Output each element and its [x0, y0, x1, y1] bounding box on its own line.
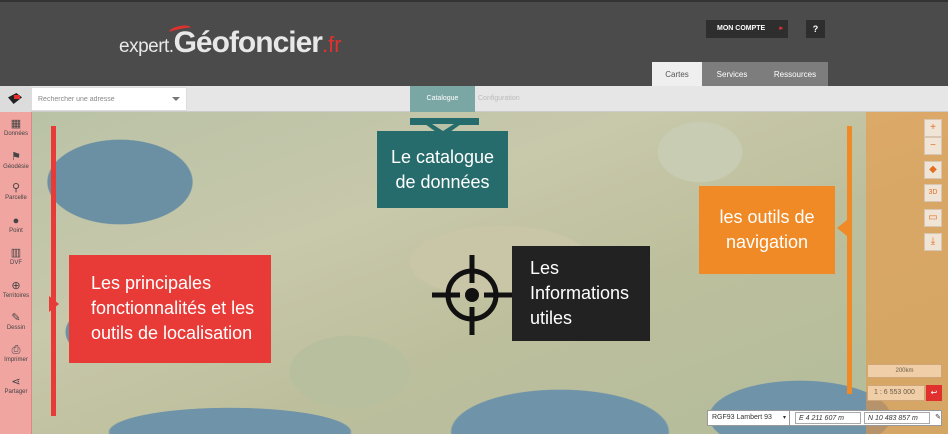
help-button[interactable]: ?	[806, 20, 825, 38]
search-box[interactable]	[31, 87, 187, 111]
flag-icon: ⚑	[11, 151, 21, 163]
catalogue-callout: Le catalogue de données	[377, 131, 508, 208]
features-bracket-notch	[49, 296, 59, 312]
search-icon: ⚲	[11, 182, 21, 194]
callout-line: Les principales	[91, 273, 212, 293]
ruler-icon: ▭	[928, 212, 938, 223]
coordinate-edit-button[interactable]: ✎	[933, 411, 943, 425]
sidebar-item-partager[interactable]: ⋖ Partager	[0, 374, 32, 406]
sidebar-item-label: Géodésie	[3, 164, 29, 170]
callout-line: Le catalogue	[390, 147, 495, 167]
scale-value[interactable]: 1 : 6 553 000	[867, 385, 925, 401]
sidebar-item-dvf[interactable]: ▥ DVF	[0, 245, 32, 277]
tab-services[interactable]: Services	[702, 62, 762, 88]
export-button[interactable]: ⤓	[924, 233, 942, 251]
coordinate-system-value: RGF93 Lambert 93	[712, 414, 772, 421]
callout-line: de données	[395, 172, 490, 192]
easting-field[interactable]: E 4 211 607 m	[795, 412, 861, 424]
chevron-down-icon: ▾	[782, 415, 786, 421]
sidebar-item-geodesie[interactable]: ⚑ Géodésie	[0, 149, 32, 181]
building-icon: ▥	[10, 247, 22, 259]
subtab-configuration[interactable]: Configuration	[478, 86, 538, 112]
callout-line: Les	[530, 258, 560, 278]
rotate-3d-button[interactable]: 3D	[924, 184, 942, 202]
sidebar-item-point[interactable]: ● Point	[0, 213, 32, 245]
zoom-out-button[interactable]: −	[924, 137, 942, 155]
sidebar-item-label: Point	[9, 228, 23, 234]
logo-suffix: .fr	[321, 32, 342, 57]
scale-bar: 200km	[867, 364, 942, 378]
sidebar-item-label: Données	[3, 131, 29, 137]
sidebar-item-label: DVF	[10, 260, 22, 266]
navigation-bracket	[847, 126, 852, 394]
pin-icon: ●	[12, 215, 20, 227]
features-callout: Les principales fonctionnalités et les o…	[69, 255, 271, 363]
chevron-down-icon[interactable]	[172, 97, 180, 101]
app-window: expert.Géofoncier.fr MON COMPTE ▸ ? Cart…	[0, 0, 948, 434]
header: expert.Géofoncier.fr MON COMPTE ▸ ? Cart…	[0, 0, 948, 88]
sidebar-item-label: Dessin	[6, 325, 26, 331]
callout-line: outils de localisation	[91, 323, 253, 343]
tab-ressources[interactable]: Ressources	[762, 62, 828, 88]
sidebar-item-dessin[interactable]: ✎ Dessin	[0, 310, 32, 342]
catalogue-pointer-inner	[432, 124, 454, 131]
navigation-bracket-notch	[837, 220, 847, 236]
callout-line: utiles	[530, 308, 573, 328]
arrow-right-icon: ▸	[779, 25, 783, 32]
tab-cartes[interactable]: Cartes	[652, 62, 702, 88]
sidebar-item-donnees[interactable]: ▦ Données	[0, 116, 32, 148]
callout-line: les outils de	[719, 207, 815, 227]
sidebar-item-territoires[interactable]: ⊕ Territoires	[0, 278, 32, 310]
logo-main: Géofoncier	[173, 26, 323, 59]
callout-line: navigation	[725, 232, 809, 252]
compass-icon: ◆	[929, 164, 937, 175]
logo[interactable]: expert.Géofoncier.fr	[119, 23, 342, 66]
northing-field[interactable]: N 10 483 857 m	[864, 412, 930, 424]
left-sidebar: ▦ Données ⚑ Géodésie ⚲ Parcelle ● Point …	[0, 112, 32, 434]
measure-button[interactable]: ▭	[924, 209, 942, 227]
layers-toggle-button[interactable]	[0, 86, 31, 112]
callout-line: fonctionnalités et les	[91, 298, 255, 318]
coordinate-bar: RGF93 Lambert 93 ▾ E 4 211 607 m N 10 48…	[707, 410, 942, 426]
share-icon: ⋖	[11, 376, 21, 388]
toolbar: Catalogue Configuration	[0, 86, 948, 112]
features-bracket	[51, 126, 57, 416]
account-button[interactable]: MON COMPTE ▸	[706, 20, 788, 38]
navigation-callout: les outils de navigation	[699, 186, 835, 274]
refresh-icon: ↩	[930, 388, 938, 397]
logo-prefix: expert.	[119, 36, 174, 57]
map-icon: ▦	[10, 118, 22, 130]
account-button-label: MON COMPTE	[717, 25, 766, 32]
crosshair-icon	[432, 255, 512, 335]
sidebar-item-label: Partager	[4, 389, 28, 395]
callout-line: Informations	[530, 283, 630, 303]
download-icon: ⤓	[930, 236, 936, 247]
printer-icon: ⎙	[11, 344, 21, 356]
sidebar-item-label: Parcelle	[5, 195, 27, 201]
sidebar-item-imprimer[interactable]: ⎙ Imprimer	[0, 342, 32, 374]
compass-button[interactable]: ◆	[924, 161, 942, 179]
pencil-icon: ✎	[935, 414, 941, 421]
subtab-catalogue[interactable]: Catalogue	[410, 86, 475, 112]
scale-apply-button[interactable]: ↩	[926, 385, 942, 401]
zoom-in-button[interactable]: +	[924, 119, 942, 137]
coordinate-system-select[interactable]: RGF93 Lambert 93 ▾	[708, 411, 790, 425]
sidebar-item-label: Imprimer	[4, 357, 28, 363]
info-callout: Les Informations utiles	[512, 246, 650, 341]
sidebar-item-label: Territoires	[2, 293, 30, 299]
sidebar-item-parcelle[interactable]: ⚲ Parcelle	[0, 180, 32, 212]
search-input[interactable]	[32, 88, 168, 110]
layers-accent	[14, 95, 20, 99]
globe-icon: ⊕	[11, 280, 21, 292]
pencil-icon: ✎	[11, 312, 21, 324]
